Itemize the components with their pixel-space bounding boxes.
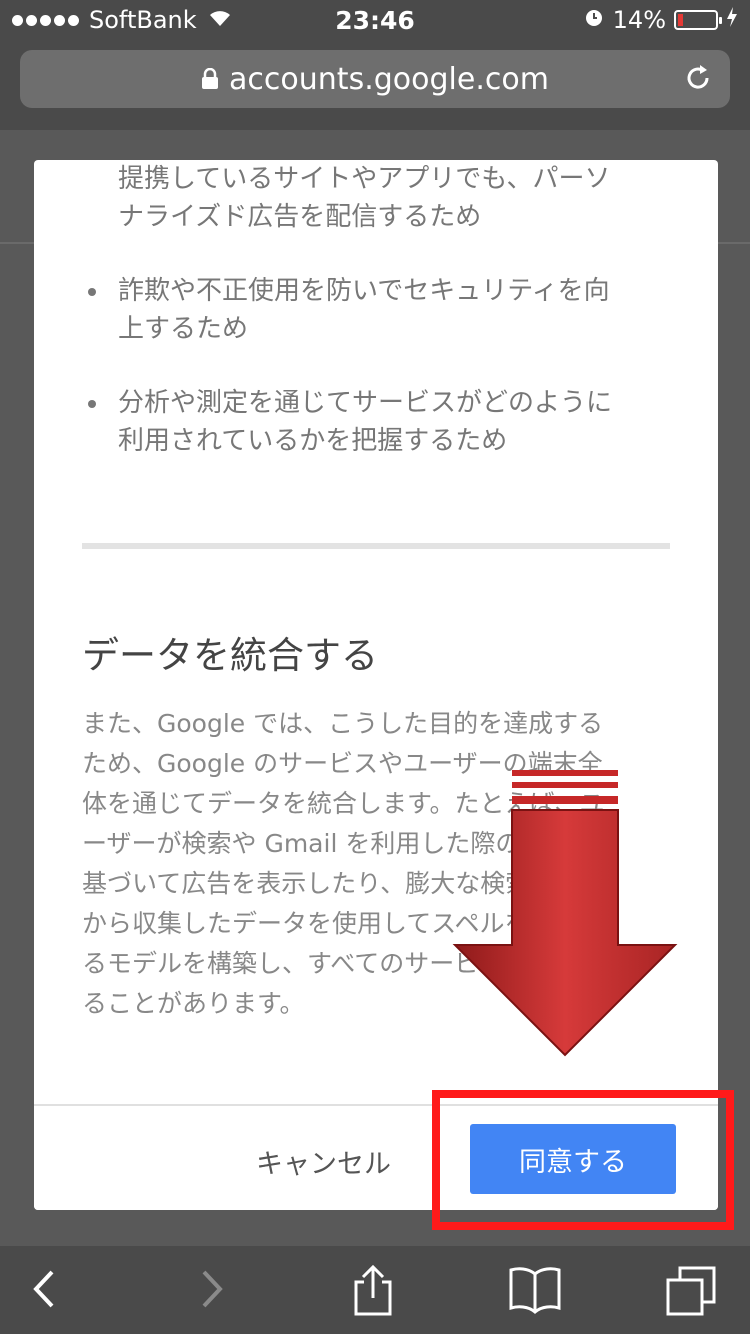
paragraph-line: また、Google では、こうした目的を達成する: [82, 709, 604, 738]
item-line: ナライズド広告を配信するため: [118, 202, 482, 232]
bullet-icon: [88, 400, 96, 408]
battery-info: 14%: [583, 6, 738, 34]
lock-icon: [201, 63, 219, 98]
section-title: データを統合する: [82, 634, 378, 677]
alarm-icon: [583, 6, 605, 34]
list-item: 分析や測定を通じてサービスがどのように 利用されているかを把握するため: [118, 384, 678, 460]
back-icon[interactable]: [30, 1264, 60, 1318]
address-bar[interactable]: accounts.google.com: [20, 50, 730, 108]
list-item: 提携しているサイトやアプリでも、パーソ ナライズド広告を配信するため: [118, 160, 678, 236]
highlight-box: [432, 1090, 734, 1230]
battery-icon: [674, 10, 722, 30]
reload-icon[interactable]: [682, 62, 714, 98]
forward-icon[interactable]: [196, 1264, 226, 1318]
item-line: 分析や測定を通じてサービスがどのように: [118, 388, 613, 418]
bookmarks-icon[interactable]: [508, 1264, 562, 1318]
bullet-icon: [88, 288, 96, 296]
item-line: 提携しているサイトやアプリでも、パーソ: [118, 164, 611, 194]
item-line: 詐欺や不正使用を防いでセキュリティを向: [118, 276, 610, 306]
item-line: 上するため: [118, 314, 249, 344]
list-item: 詐欺や不正使用を防いでセキュリティを向 上するため: [118, 272, 678, 348]
item-line: 利用されているかを把握するため: [118, 426, 508, 456]
tabs-icon[interactable]: [664, 1264, 718, 1322]
status-bar: SoftBank 23:46 14%: [0, 0, 750, 42]
browser-toolbar: [0, 1246, 750, 1334]
cancel-button[interactable]: キャンセル: [256, 1142, 391, 1181]
section-divider: [82, 543, 670, 549]
battery-percent: 14%: [612, 6, 666, 34]
browser-address-area: accounts.google.com: [0, 42, 750, 130]
charging-icon: [726, 6, 738, 34]
url-text: accounts.google.com: [229, 62, 549, 97]
share-icon[interactable]: [350, 1264, 396, 1322]
down-arrow-icon: [452, 770, 678, 1057]
